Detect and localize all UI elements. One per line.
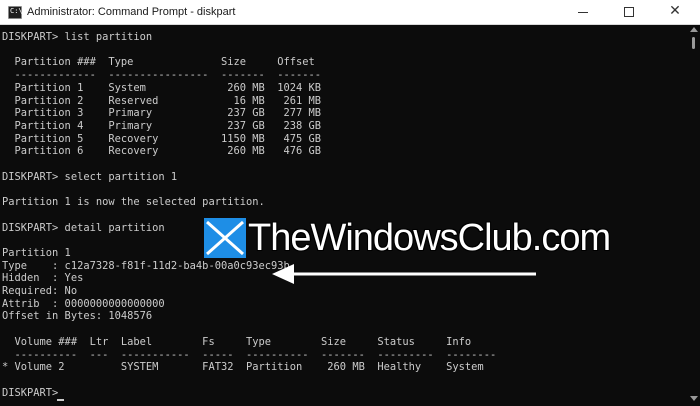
console-line: ------------- ---------------- ------- -… (2, 69, 322, 82)
console-line: Partition 3 Primary 237 GB 277 MB (2, 107, 322, 120)
console-line: ---------- --- ----------- ----- -------… (2, 348, 497, 361)
left-arrow-icon (272, 264, 536, 284)
scroll-up-arrow-icon[interactable] (690, 27, 698, 32)
windows-logo-icon (204, 218, 246, 258)
console-line: Partition ### Type Size Offset (2, 56, 315, 69)
vertical-scrollbar[interactable] (687, 25, 700, 406)
watermark-text: TheWindowsClub.com (248, 217, 611, 259)
scroll-thumb[interactable] (692, 37, 695, 49)
console-line: Partition 6 Recovery 260 MB 476 GB (2, 145, 322, 158)
console-line: Partition 5 Recovery 1150 MB 475 GB (2, 132, 322, 145)
console-line: DISKPART> (2, 386, 65, 399)
console-line: DISKPART> select partition 1 (2, 170, 178, 183)
minimize-icon (578, 12, 588, 13)
console-line: Required: No (2, 285, 78, 297)
title-bar[interactable]: C:\ Administrator: Command Prompt - disk… (0, 0, 700, 25)
close-button[interactable]: ✕ (652, 0, 698, 24)
console-line: Offset in Bytes: 1048576 (2, 310, 153, 323)
command-prompt-icon: C:\ (8, 6, 23, 19)
text-cursor (57, 399, 64, 401)
console-line: Attrib : 0000000000000000 (2, 297, 165, 310)
console-line: Type : c12a7328-f81f-11d2-ba4b-00a0c93ec… (2, 259, 290, 272)
console-line: Partition 1 (2, 246, 71, 259)
close-icon: ✕ (669, 3, 681, 19)
console-line: Partition 1 is now the selected partitio… (2, 196, 265, 209)
app-icon-label: C:\ (10, 7, 23, 15)
console-line: DISKPART> list partition (2, 31, 153, 43)
window-title: Administrator: Command Prompt - diskpart (27, 6, 236, 18)
maximize-button[interactable] (606, 0, 652, 24)
console-line: Partition 1 System 260 MB 1024 KB (2, 81, 322, 94)
console-line: Partition 4 Primary 237 GB 238 GB (2, 119, 322, 132)
console-line: Volume ### Ltr Label Fs Type Size Status… (2, 335, 472, 348)
scroll-down-arrow-icon[interactable] (690, 396, 698, 401)
minimize-button[interactable] (560, 0, 606, 24)
console-line: * Volume 2 SYSTEM FAT32 Partition 260 MB… (2, 361, 484, 374)
console-line: Hidden : Yes (2, 272, 84, 285)
maximize-icon (624, 7, 634, 17)
watermark: TheWindowsClub.com (204, 216, 622, 260)
console-line: Partition 2 Reserved 16 MB 261 MB (2, 94, 322, 107)
console-line: DISKPART> detail partition (2, 221, 165, 234)
